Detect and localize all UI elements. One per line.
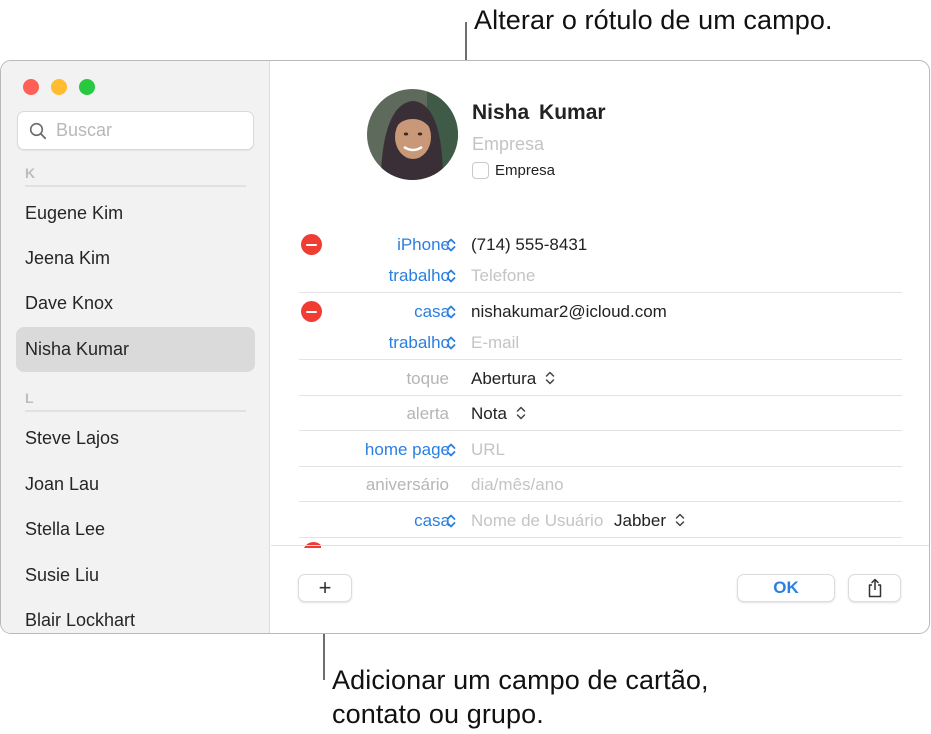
texttone-popup[interactable]: Nota	[471, 404, 527, 424]
phone-placeholder[interactable]: Telefone	[471, 266, 535, 286]
contact-list-item[interactable]: Steve Lajos	[16, 416, 255, 461]
chevron-updown-icon[interactable]	[445, 443, 457, 457]
section-header-k: K	[25, 165, 246, 187]
contact-list-item[interactable]: Blair Lockhart	[16, 598, 255, 633]
url-placeholder[interactable]: URL	[471, 440, 505, 460]
callout-add-field-line1: Adicionar um campo de cartão,	[332, 665, 709, 695]
footer-divider	[271, 545, 929, 546]
contacts-window: K Eugene Kim Jeena Kim Dave Knox Nisha K…	[0, 60, 930, 634]
im-field: Nome de Usuário Jabber	[471, 511, 686, 531]
delete-field-button[interactable]	[301, 301, 322, 322]
contact-photo-icon	[367, 89, 458, 180]
sidebar: K Eugene Kim Jeena Kim Dave Knox Nisha K…	[1, 61, 270, 633]
avatar[interactable]	[367, 89, 458, 180]
im-service-value: Jabber	[614, 511, 666, 530]
contact-card: Nisha Kumar Empresa Empresa iPhone (714)…	[271, 61, 929, 633]
last-name[interactable]: Kumar	[539, 101, 606, 124]
search-icon	[29, 122, 47, 139]
ok-button[interactable]: OK	[737, 574, 835, 602]
share-button[interactable]	[848, 574, 901, 602]
chevron-updown-icon	[545, 371, 555, 385]
birthday-placeholder[interactable]: dia/mês/ano	[471, 475, 564, 495]
share-icon	[868, 578, 881, 598]
contact-list-item[interactable]: Stella Lee	[16, 507, 255, 552]
contact-list-item[interactable]: Susie Liu	[16, 553, 255, 598]
field-label-popup[interactable]: trabalho	[389, 333, 450, 353]
chevron-updown-icon[interactable]	[445, 514, 457, 528]
add-field-button[interactable]: +	[298, 574, 352, 602]
chevron-updown-icon[interactable]	[445, 305, 457, 319]
chevron-updown-icon[interactable]	[445, 269, 457, 283]
chevron-updown-icon	[516, 406, 526, 420]
chevron-updown-icon[interactable]	[445, 336, 457, 350]
im-service-popup[interactable]: Jabber	[614, 511, 686, 530]
company-checkbox-label: Empresa	[495, 162, 556, 179]
field-row-email: casa nishakumar2@icloud.com	[299, 294, 902, 329]
contact-name[interactable]: Nisha Kumar	[472, 101, 606, 125]
field-row-im: casa Nome de Usuário Jabber	[299, 503, 902, 538]
delete-field-button[interactable]	[301, 234, 322, 255]
close-button[interactable]	[23, 79, 39, 95]
contact-list-item-selected[interactable]: Nisha Kumar	[16, 327, 255, 372]
field-row-homepage: home page URL	[299, 432, 902, 467]
field-row-ringtone: toque Abertura	[299, 361, 902, 396]
callout-add-field-line2: contato ou grupo.	[332, 699, 544, 729]
field-label: toque	[406, 369, 449, 388]
contact-list-item[interactable]: Eugene Kim	[16, 191, 255, 236]
field-row-texttone: alerta Nota	[299, 396, 902, 431]
chevron-updown-icon	[675, 513, 685, 527]
field-row-phone-new: trabalho Telefone	[299, 258, 902, 293]
search-input[interactable]	[56, 120, 236, 141]
field-label: aniversário	[365, 475, 449, 494]
field-label: alerta	[406, 404, 449, 423]
field-label-popup[interactable]: iPhone	[397, 235, 450, 255]
ringtone-popup[interactable]: Abertura	[471, 369, 556, 389]
contact-list-item[interactable]: Jeena Kim	[16, 236, 255, 281]
search-field[interactable]	[17, 111, 254, 150]
phone-value[interactable]: (714) 555-8431	[471, 235, 587, 255]
section-header-l: L	[25, 390, 246, 412]
company-checkbox[interactable]	[472, 162, 489, 179]
chevron-updown-icon[interactable]	[445, 238, 457, 252]
minimize-button[interactable]	[51, 79, 67, 95]
contact-list-item[interactable]: Dave Knox	[16, 281, 255, 326]
company-field[interactable]: Empresa	[472, 134, 544, 155]
texttone-value: Nota	[471, 404, 507, 423]
email-value[interactable]: nishakumar2@icloud.com	[471, 302, 667, 322]
field-row-birthday: aniversário dia/mês/ano	[299, 467, 902, 502]
callout-change-label: Alterar o rótulo de um campo.	[474, 5, 833, 35]
field-label-popup[interactable]: trabalho	[389, 266, 450, 286]
company-checkbox-row[interactable]: Empresa	[472, 162, 555, 179]
email-placeholder[interactable]: E-mail	[471, 333, 519, 353]
field-label-popup[interactable]: home page	[365, 440, 450, 460]
first-name[interactable]: Nisha	[472, 101, 529, 124]
field-row-phone: iPhone (714) 555-8431	[299, 227, 902, 262]
field-row-email-new: trabalho E-mail	[299, 325, 902, 360]
zoom-button[interactable]	[79, 79, 95, 95]
username-placeholder[interactable]: Nome de Usuário	[471, 511, 603, 530]
ringtone-value: Abertura	[471, 369, 537, 388]
contact-list-item[interactable]: Joan Lau	[16, 462, 255, 507]
